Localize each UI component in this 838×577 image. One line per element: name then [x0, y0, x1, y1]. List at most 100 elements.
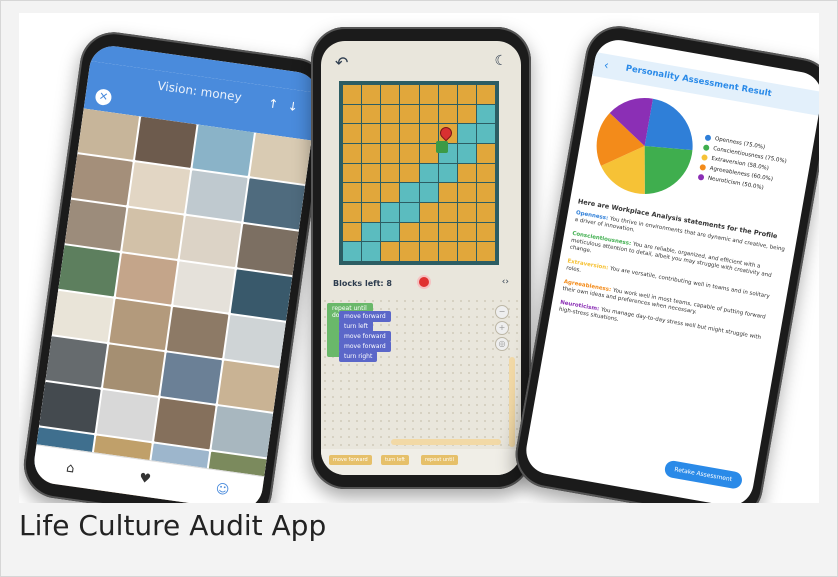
- close-icon[interactable]: ✕: [94, 88, 113, 107]
- grid-cell: [400, 85, 419, 104]
- collage-image[interactable]: [166, 306, 229, 359]
- grid-cell: [438, 202, 457, 222]
- grid-cell: [476, 143, 495, 163]
- collage-image[interactable]: [154, 397, 216, 450]
- collage-image[interactable]: [122, 207, 184, 260]
- workplace-analysis: Here are Workplace Analysis statements f…: [557, 197, 789, 357]
- grid-cell: [343, 85, 362, 104]
- collage-image[interactable]: [64, 199, 127, 251]
- toolbox-turn-left[interactable]: turn left: [381, 455, 409, 465]
- collage-image[interactable]: [115, 253, 178, 305]
- recenter-icon[interactable]: ◎: [495, 337, 509, 351]
- collage-image[interactable]: [249, 132, 312, 185]
- image-collage: [31, 108, 312, 503]
- grid-cell: [381, 163, 400, 183]
- path-cell: [343, 242, 362, 261]
- grid-cell: [400, 124, 419, 143]
- toolbox-move-forward[interactable]: move forward: [329, 455, 372, 465]
- grid-cell: [381, 85, 400, 104]
- favorite-icon[interactable]: ♥: [138, 470, 152, 486]
- collage-image[interactable]: [45, 336, 108, 388]
- collage-image[interactable]: [173, 261, 235, 313]
- grid-cell: [419, 104, 438, 124]
- grid-cell: [381, 143, 400, 163]
- collage-image[interactable]: [39, 381, 101, 434]
- collage-image[interactable]: [179, 215, 242, 268]
- grid-cell: [438, 222, 457, 242]
- collage-image[interactable]: [217, 360, 280, 412]
- collage-image[interactable]: [58, 245, 120, 297]
- grid-cell: [362, 104, 381, 124]
- collage-image[interactable]: [51, 290, 114, 343]
- grid-cell: [438, 183, 457, 202]
- grid-cell: [457, 85, 476, 104]
- back-arrow-icon[interactable]: ↶: [335, 53, 348, 72]
- grid-cell: [476, 242, 495, 261]
- page-caption: Life Culture Audit App: [19, 509, 327, 542]
- grid-cell: [343, 124, 362, 143]
- grid-cell: [457, 202, 476, 222]
- collage-image[interactable]: [192, 124, 255, 177]
- path-cell: [381, 222, 400, 242]
- code-icon[interactable]: ‹›: [502, 277, 509, 287]
- path-cell: [362, 222, 381, 242]
- coding-puzzle-phone: ↶ ☾ Blocks left: 8 ‹› repeat until do mov…: [311, 27, 531, 489]
- vision-board-phone: Vision: money ↑ ↓ ✕ ⌂ ♥ ☺: [19, 27, 333, 503]
- grid-cell: [381, 242, 400, 261]
- vision-title: Vision: money: [156, 78, 243, 105]
- app-showcase-card: Vision: money ↑ ↓ ✕ ⌂ ♥ ☺ ↶ ☾ Blocks lef…: [0, 0, 838, 577]
- home-icon[interactable]: ⌂: [65, 460, 75, 476]
- grid-cell: [419, 124, 438, 143]
- grid-cell: [457, 242, 476, 261]
- legend-dot: [699, 163, 707, 171]
- collage-image[interactable]: [243, 178, 306, 230]
- grid-cell: [400, 242, 419, 261]
- collage-image[interactable]: [160, 352, 223, 404]
- grid-cell: [476, 163, 495, 183]
- pie-legend: Openness (75.0%) Conscientiousness (75.0%…: [697, 134, 789, 198]
- grid-cell: [362, 85, 381, 104]
- grid-cell: [362, 183, 381, 202]
- grid-cell: [362, 124, 381, 143]
- coding-puzzle-screen: ↶ ☾ Blocks left: 8 ‹› repeat until do mov…: [321, 41, 521, 475]
- path-cell: [362, 242, 381, 261]
- down-arrow-icon[interactable]: ↓: [287, 99, 299, 114]
- collage-image[interactable]: [186, 170, 248, 222]
- block-workspace[interactable]: repeat until do move forward turn left mo…: [321, 297, 521, 449]
- stop-icon[interactable]: [417, 275, 431, 289]
- collage-image[interactable]: [211, 406, 274, 458]
- zoom-in-icon[interactable]: +: [495, 321, 509, 335]
- collage-image[interactable]: [102, 344, 165, 396]
- personality-pie-chart: [596, 98, 693, 194]
- grid-cell: [476, 85, 495, 104]
- collage-image[interactable]: [109, 298, 171, 351]
- back-arrow-icon[interactable]: ‹: [603, 58, 610, 73]
- grid-cell: [419, 85, 438, 104]
- collage-image[interactable]: [71, 154, 133, 206]
- toolbox-repeat-until[interactable]: repeat until: [421, 455, 458, 465]
- horizontal-scrollbar[interactable]: [391, 439, 501, 445]
- vertical-scrollbar[interactable]: [509, 357, 515, 447]
- grid-cell: [419, 143, 438, 163]
- collage-image[interactable]: [77, 108, 140, 160]
- grid-cell: [381, 124, 400, 143]
- path-cell: [457, 124, 476, 143]
- up-arrow-icon[interactable]: ↑: [267, 96, 279, 111]
- grid-cell: [419, 242, 438, 261]
- turn-right-block[interactable]: turn right: [339, 351, 378, 362]
- collage-image[interactable]: [135, 116, 197, 168]
- collage-image[interactable]: [128, 162, 191, 214]
- collage-image[interactable]: [96, 389, 159, 442]
- legend-dot: [704, 134, 712, 142]
- grid-cell: [381, 183, 400, 202]
- collage-image[interactable]: [230, 269, 293, 321]
- collage-image[interactable]: [237, 223, 299, 276]
- collage-image[interactable]: [224, 314, 286, 367]
- retake-assessment-button[interactable]: Retake Assessment: [663, 459, 744, 490]
- profile-icon[interactable]: ☺: [215, 481, 231, 498]
- legend-dot: [702, 144, 710, 152]
- path-cell: [400, 202, 419, 222]
- moon-icon[interactable]: ☾: [494, 53, 507, 69]
- zoom-out-icon[interactable]: −: [495, 305, 509, 319]
- legend-dot: [701, 154, 708, 162]
